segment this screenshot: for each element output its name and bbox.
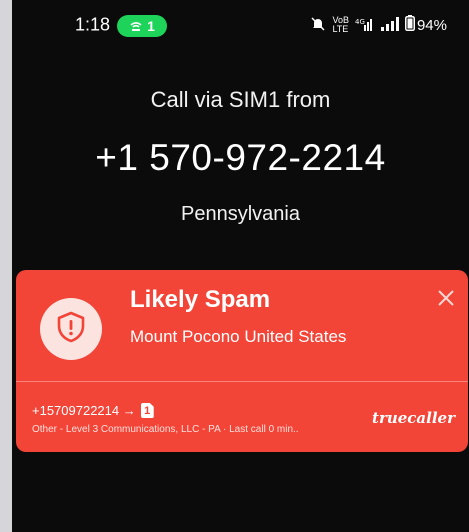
shield-warning-icon bbox=[56, 311, 86, 348]
caller-location: Pennsylvania bbox=[181, 203, 300, 225]
spam-location: Mount Pocono United States bbox=[130, 327, 347, 346]
detail-number: +15709722214 → bbox=[32, 403, 136, 418]
call-via-label: Call via SIM1 from bbox=[150, 87, 331, 112]
battery-status: 94% bbox=[404, 15, 447, 35]
card-divider bbox=[16, 381, 468, 382]
caller-number: +1 570-972-2214 bbox=[95, 137, 386, 178]
status-time: 1:18 bbox=[75, 14, 111, 35]
battery-percent: 94% bbox=[416, 16, 447, 34]
volte-indicator: VoB LTE bbox=[332, 15, 349, 34]
svg-text:4G: 4G bbox=[355, 18, 365, 26]
status-bar: 1:18 1 VoB LTE 4G 94% bbox=[12, 0, 469, 40]
spam-title: Likely Spam bbox=[130, 286, 271, 313]
truecaller-logo: truecaller bbox=[372, 409, 455, 427]
incoming-call-screen: 1:18 1 VoB LTE 4G 94% Call via SIM1 from… bbox=[12, 0, 469, 532]
close-button[interactable] bbox=[434, 288, 458, 312]
signal-icon bbox=[380, 16, 399, 34]
battery-icon bbox=[404, 15, 415, 35]
shield-badge bbox=[40, 298, 102, 360]
close-icon bbox=[437, 289, 455, 312]
background-strip bbox=[0, 0, 12, 532]
signal-4g-icon: 4G bbox=[355, 17, 375, 34]
hotspot-count: 1 bbox=[147, 18, 155, 34]
sim-card-icon: 1 bbox=[140, 403, 154, 418]
mute-icon bbox=[310, 16, 326, 35]
hotspot-icon bbox=[129, 19, 143, 33]
status-icons: VoB LTE 4G 94% bbox=[310, 15, 447, 35]
spam-warning-card[interactable]: Likely Spam Mount Pocono United States +… bbox=[16, 270, 468, 452]
detail-number-row: +15709722214 → 1 bbox=[32, 403, 154, 418]
detail-info: Other - Level 3 Communications, LLC - PA… bbox=[32, 424, 299, 435]
hotspot-pill[interactable]: 1 bbox=[117, 15, 167, 37]
